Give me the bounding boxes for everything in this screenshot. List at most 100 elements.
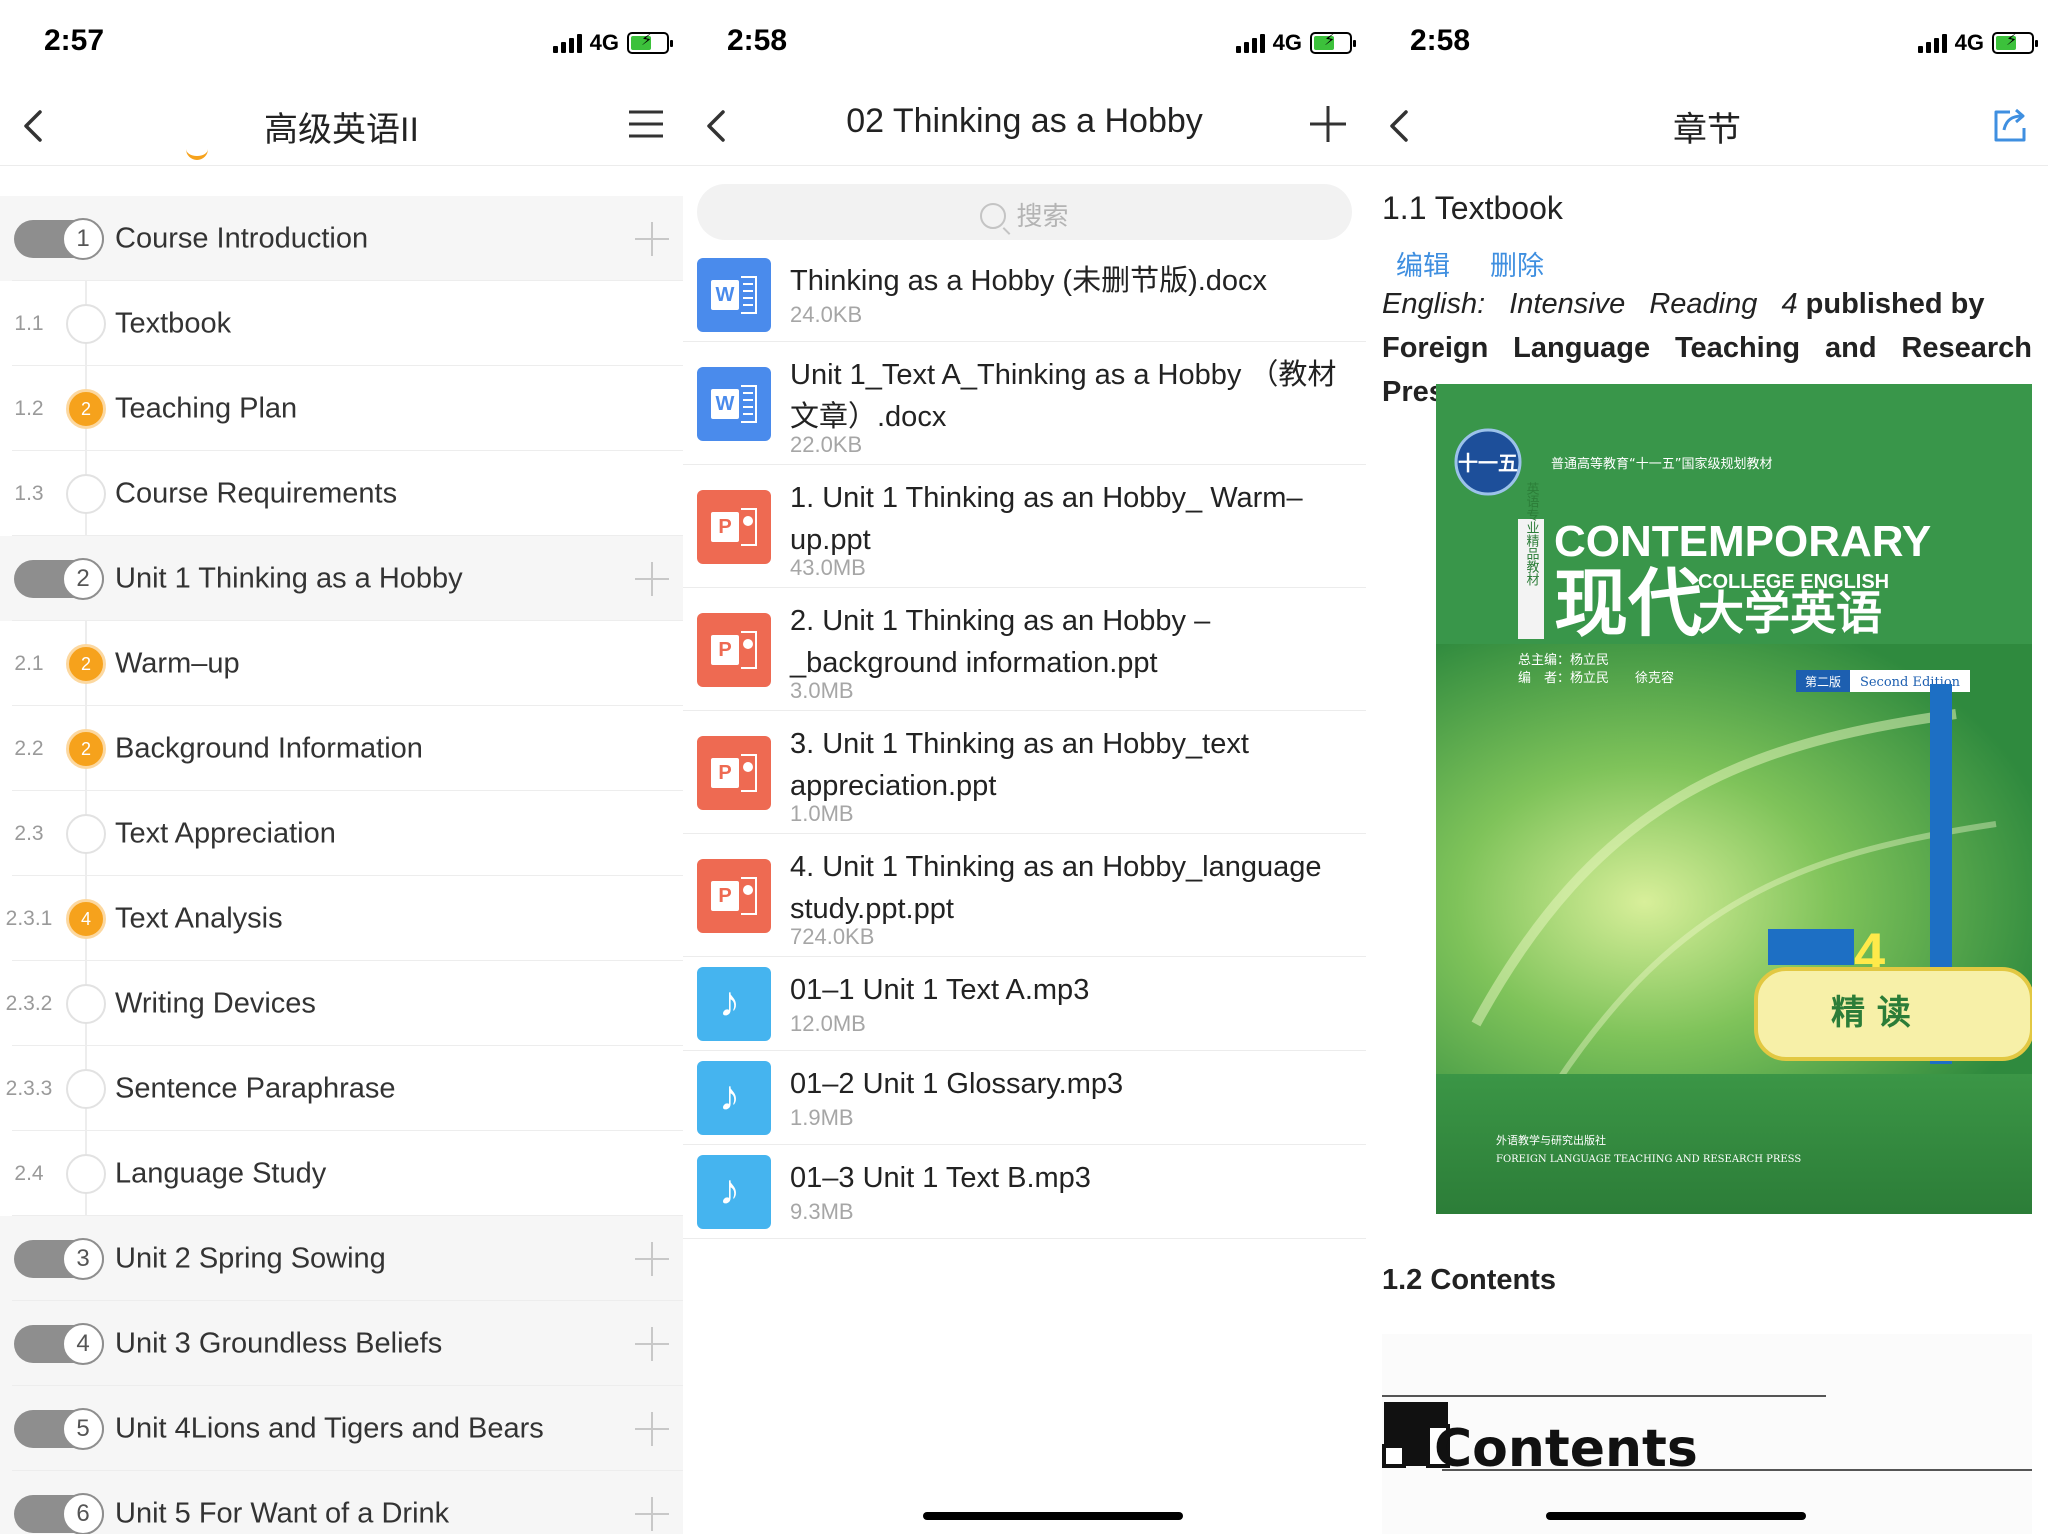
signal-icon	[1917, 33, 1947, 53]
file-size: 1.0MB	[790, 801, 854, 826]
toc-item-row[interactable]: 2.3.1 4 Text Analysis	[0, 876, 683, 961]
toc-label: Teaching Plan	[115, 392, 298, 424]
toc-label: Unit 5 For Want of a Drink	[115, 1497, 450, 1529]
unit-number: 2	[62, 557, 104, 600]
item-number: 2.2	[14, 736, 44, 760]
toc-item-row[interactable]: 2.2 2 Background Information	[0, 706, 683, 791]
unit-toggle[interactable]: 6	[14, 1492, 104, 1534]
unit-toggle[interactable]: 1	[14, 217, 104, 260]
status-bar: 2:57 4G ⚡	[0, 0, 683, 88]
toc-unit-row[interactable]: 3 Unit 2 Spring Sowing	[0, 1216, 683, 1301]
toc-item-row[interactable]: 2.3.2 Writing Devices	[0, 961, 683, 1046]
add-icon[interactable]	[635, 561, 669, 596]
book-chief-editor: 总主编：杨立民	[1518, 653, 1609, 668]
item-number: 2.3.1	[5, 906, 53, 930]
audio-file-icon: ♪	[697, 1061, 771, 1135]
unit-number: 6	[62, 1492, 104, 1534]
unit-toggle[interactable]: 2	[14, 557, 104, 600]
search-icon	[980, 203, 1007, 229]
toc-label: Course Introduction	[115, 222, 369, 254]
status-bar: 2:58 4G ⚡	[1366, 0, 2048, 88]
search-placeholder: 搜索	[1016, 201, 1069, 231]
file-name: 2. Unit 1 Thinking as an Hobby –_backgro…	[790, 605, 1211, 679]
add-icon[interactable]	[635, 1326, 669, 1361]
file-size: 22.0KB	[790, 432, 863, 457]
home-indicator[interactable]	[923, 1512, 1183, 1520]
nav-bar: 02 Thinking as a Hobby	[683, 88, 1366, 166]
add-icon[interactable]	[635, 221, 669, 256]
file-name: 1. Unit 1 Thinking as an Hobby_ Warm–up.…	[790, 482, 1303, 556]
edit-link[interactable]: 编辑	[1396, 244, 1450, 283]
menu-icon[interactable]	[623, 102, 667, 146]
file-size: 43.0MB	[790, 555, 866, 580]
item-number: 2.3.3	[5, 1076, 53, 1100]
file-name: 01–1 Unit 1 Text A.mp3	[790, 974, 1090, 1006]
file-row[interactable]: W Thinking as a Hobby (未删节版).docx 24.0KB	[683, 248, 1366, 342]
unit-toggle[interactable]: 4	[14, 1322, 104, 1365]
toc-label: Unit 2 Spring Sowing	[115, 1242, 386, 1274]
ppt-file-icon: P	[697, 612, 771, 687]
search-input[interactable]: 搜索	[697, 184, 1352, 240]
ppt-file-icon: P	[697, 858, 771, 933]
file-size: 9.3MB	[790, 1199, 854, 1224]
file-list: W Thinking as a Hobby (未删节版).docx 24.0KB W U…	[683, 248, 1366, 1239]
file-row[interactable]: ♪ 01–2 Unit 1 Glossary.mp3 1.9MB	[683, 1051, 1366, 1145]
toc-unit-row[interactable]: 4 Unit 3 Groundless Beliefs	[0, 1301, 683, 1386]
unit-toggle[interactable]: 3	[14, 1237, 104, 1280]
item-number: 1.3	[14, 481, 44, 505]
file-row[interactable]: P 1. Unit 1 Thinking as an Hobby_ Warm–up…	[683, 465, 1366, 588]
toc-label: Language Study	[115, 1157, 327, 1189]
toc-item-row[interactable]: 2.4 Language Study	[0, 1131, 683, 1216]
file-row[interactable]: ♪ 01–3 Unit 1 Text B.mp3 9.3MB	[683, 1145, 1366, 1239]
subsection-title: 1.2 Contents	[1382, 1264, 1557, 1296]
item-number: 2.3.2	[5, 991, 53, 1015]
signal-icon	[552, 33, 582, 53]
nav-bar: 章节	[1366, 88, 2048, 166]
task-count-badge: 2	[66, 728, 106, 769]
file-row[interactable]: P 2. Unit 1 Thinking as an Hobby –_backgr…	[683, 588, 1366, 711]
add-icon[interactable]	[635, 1496, 669, 1531]
book-editors: 编 者：杨立民 徐克容	[1518, 670, 1674, 686]
delete-link[interactable]: 删除	[1490, 244, 1544, 283]
toc-unit-row[interactable]: 5 Unit 4Lions and Tigers and Bears	[0, 1386, 683, 1471]
toc-item-row[interactable]: 2.3 Text Appreciation	[0, 791, 683, 876]
item-number: 1.2	[14, 396, 44, 420]
toc-unit-row[interactable]: 2 Unit 1 Thinking as a Hobby	[0, 536, 683, 621]
book-publisher-cn: 外语教学与研究出版社	[1496, 1133, 1606, 1147]
item-number: 1.1	[14, 311, 44, 335]
file-row[interactable]: W Unit 1_Text A_Thinking as a Hobby （教材文章…	[683, 342, 1366, 465]
book-side-label: 英语专业精品教材	[1524, 482, 1540, 586]
file-row[interactable]: P 3. Unit 1 Thinking as an Hobby_text app…	[683, 711, 1366, 834]
section-title: 1.1 Textbook	[1382, 190, 1563, 226]
toc-item-row[interactable]: 1.2 2 Teaching Plan	[0, 366, 683, 451]
chapter-list: 1 Course Introduction 1.1 Textbook 1.2 2 Teach…	[0, 196, 683, 1534]
toc-item-row[interactable]: 1.3 Course Requirements	[0, 451, 683, 536]
item-number: 2.3	[14, 821, 44, 845]
chapter-detail-screen: 2:58 4G ⚡ 章节 1.1 Textbook 编辑 删除 English:…	[1366, 0, 2048, 1534]
empty-node-icon	[66, 1068, 106, 1109]
toc-unit-row[interactable]: 1 Course Introduction	[0, 196, 683, 281]
page-title: 高级英语II	[264, 111, 419, 149]
toc-item-row[interactable]: 2.3.3 Sentence Paraphrase	[0, 1046, 683, 1131]
unit-toggle[interactable]: 5	[14, 1407, 104, 1450]
task-count-badge: 4	[66, 898, 106, 939]
empty-node-icon	[66, 473, 106, 514]
add-icon[interactable]	[1306, 102, 1350, 146]
toc-item-row[interactable]: 1.1 Textbook	[0, 281, 683, 366]
contents-page-image[interactable]: Contents	[1382, 1334, 2032, 1534]
word-file-icon: W	[697, 366, 771, 441]
add-icon[interactable]	[635, 1411, 669, 1446]
item-number: 2.4	[14, 1161, 44, 1185]
share-icon[interactable]	[1988, 102, 2032, 146]
book-cover-image[interactable]: 十一五 普通高等教育“十一五”国家级规划教材 英语专业精品教材 CONTEMPO…	[1436, 384, 2032, 1214]
toc-unit-row[interactable]: 6 Unit 5 For Want of a Drink	[0, 1471, 683, 1534]
home-indicator[interactable]	[1546, 1512, 1806, 1520]
file-row[interactable]: P 4. Unit 1 Thinking as an Hobby_language…	[683, 834, 1366, 957]
toc-item-row[interactable]: 2.1 2 Warm–up	[0, 621, 683, 706]
toc-label: Sentence Paraphrase	[115, 1072, 396, 1104]
toc-label: Unit 1 Thinking as a Hobby	[115, 562, 463, 594]
signal-icon	[1235, 33, 1265, 53]
file-name: Unit 1_Text A_Thinking as a Hobby （教材文章）…	[790, 359, 1337, 433]
add-icon[interactable]	[635, 1241, 669, 1276]
file-row[interactable]: ♪ 01–1 Unit 1 Text A.mp3 12.0MB	[683, 957, 1366, 1051]
